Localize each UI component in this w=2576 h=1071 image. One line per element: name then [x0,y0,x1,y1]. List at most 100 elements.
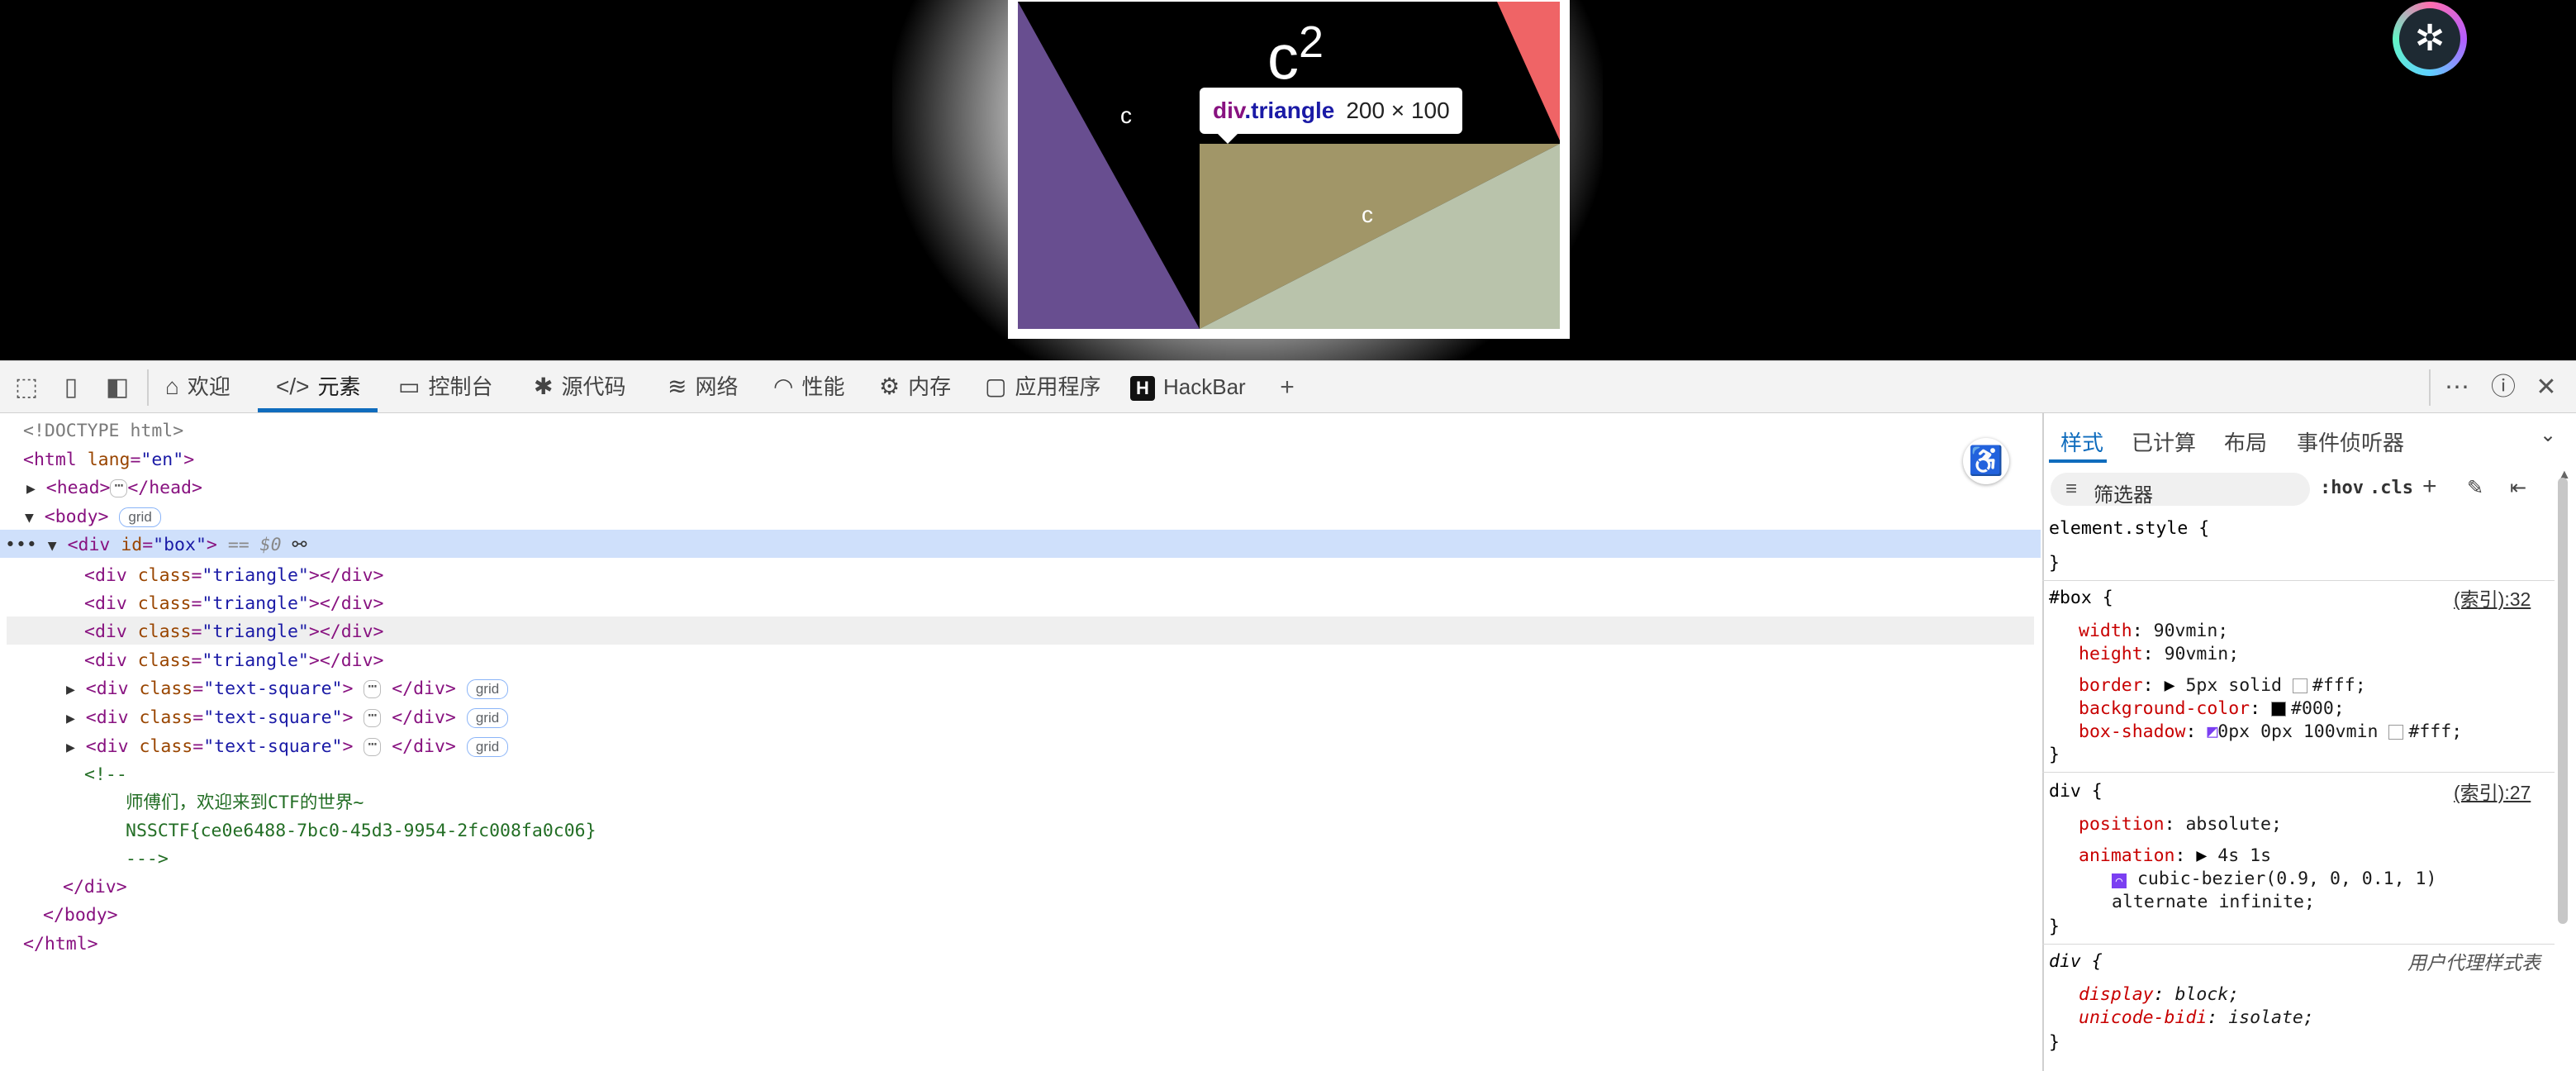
comment-open-line[interactable]: <!-- [84,761,127,789]
tab-layout[interactable]: 布局 [2224,426,2267,457]
add-tab-icon[interactable]: + [1272,373,1302,402]
expand-arrow-icon[interactable] [66,678,75,699]
ellipsis-icon[interactable]: ⋯ [364,737,382,756]
inspect-element-icon[interactable]: ⬚ [12,373,41,402]
color-swatch-white[interactable] [2388,725,2404,740]
head-line[interactable]: <head>⋯</head> [26,474,202,502]
box-rule-close: } [2049,745,2060,765]
comment-close-line[interactable]: ---> [126,845,169,873]
dock-side-icon[interactable]: ◧ [102,373,132,402]
tab-hackbar[interactable]: H HackBar [1130,361,1246,412]
div-prop-position[interactable]: position: absolute; [2079,813,2282,836]
color-swatch-black[interactable] [2271,702,2286,716]
styles-filter-input[interactable]: ≡ 筛选器 [2051,473,2310,507]
element-style-selector[interactable]: element.style { [2049,517,2209,540]
ua-rule-selector[interactable]: div { [2049,950,2103,973]
filter-icon: ≡ [2065,478,2078,500]
color-swatch-white[interactable] [2292,678,2307,693]
ellipsis-icon[interactable]: ⋯ [364,679,382,698]
div-prop-animation-bezier[interactable]: ⌒ cubic-bezier(0.9, 0, 0.1, 1) [2112,868,2436,891]
triangle-red [1497,2,1560,140]
cls-toggle-button[interactable]: .cls [2369,478,2413,498]
body-close-line[interactable]: </body> [43,902,118,930]
box-prop-box-shadow[interactable]: box-shadow: ◩0px 0px 100vmin #fff; [2079,721,2462,744]
collapse-arrow-icon[interactable] [48,535,57,555]
help-icon[interactable]: ⓘ [2488,373,2518,402]
collapse-arrow-icon[interactable] [25,507,34,527]
tab-event-listeners[interactable]: 事件侦听器 [2297,426,2404,457]
html-open-line[interactable]: <html lang="en"> [23,446,194,474]
tooltip-arrow [1216,132,1239,144]
more-options-icon[interactable]: ⋯ [2442,373,2472,402]
tab-console[interactable]: ▭ 控制台 [398,361,492,412]
tab-network[interactable]: ≋ 网络 [668,361,738,412]
grid-badge[interactable]: grid [466,679,509,699]
tab-styles[interactable]: 样式 [2060,426,2103,457]
div-close-line[interactable]: </div> [63,873,127,902]
triangle-div-line-3[interactable]: <div class="triangle"></div> [84,618,384,646]
grid-badge[interactable]: grid [466,737,509,757]
triangle-box: c2 c c [1008,0,1570,339]
hov-toggle-button[interactable]: :hov [2320,478,2364,498]
box-rule-selector[interactable]: #box { [2049,587,2113,610]
html-close-line[interactable]: </html> [23,931,98,959]
ai-assist-icon[interactable]: ⚯ [292,535,307,555]
close-devtools-icon[interactable]: ✕ [2531,373,2561,402]
chevron-down-icon[interactable]: ⌄ [2540,423,2556,447]
div-rule-source-link[interactable]: (索引):27 [2454,781,2531,804]
accessibility-icon[interactable]: ♿ [1963,438,2009,484]
text-square-line-2[interactable]: <div class="text-square"> ⋯ </div> grid [66,704,509,732]
div-prop-animation-tail[interactable]: alternate infinite; [2112,891,2315,914]
tab-application[interactable]: ▢ 应用程序 [985,361,1100,412]
div-rule-selector[interactable]: div { [2049,780,2103,803]
box-prop-height[interactable]: height: 90vmin; [2079,643,2239,666]
page-viewport: c2 c c div.triangle 200 × 100 ✲ [0,0,2576,360]
tooltip-tag: div [1213,98,1245,123]
shadow-editor-icon[interactable]: ◩ [2207,721,2217,742]
expand-arrow-icon[interactable] [66,736,75,757]
tab-sources[interactable]: ✱ 源代码 [534,361,625,412]
triangle-label-center: c [1362,202,1373,227]
rule-separator [2042,944,2555,945]
toggle-sidebar-icon[interactable]: ⇤ [2510,476,2526,500]
expand-arrow-icon[interactable]: ▶ [2165,675,2175,696]
new-style-rule-icon[interactable]: + [2422,473,2437,501]
expand-arrow-icon[interactable] [26,478,36,498]
bezier-editor-icon[interactable]: ⌒ [2112,873,2127,888]
tab-computed[interactable]: 已计算 [2132,426,2196,457]
comment-line-flag[interactable]: NSSCTF{ce0e6488-7bc0-45d3-9954-2fc008fa0… [126,817,596,845]
grid-badge[interactable]: grid [466,708,509,728]
expand-arrow-icon[interactable]: ▶ [2196,845,2207,866]
grid-badge[interactable]: grid [119,507,161,527]
ua-prop-unicode-bidi[interactable]: unicode-bidi: isolate; [2079,1007,2314,1030]
tab-welcome[interactable]: ⌂ 欢迎 [165,361,231,412]
text-square-line-3[interactable]: <div class="text-square"> ⋯ </div> grid [66,733,509,761]
triangle-div-line-2[interactable]: <div class="triangle"></div> [84,590,384,618]
tab-performance[interactable]: ◠ 性能 [773,361,844,412]
text-square-line-1[interactable]: <div class="text-square"> ⋯ </div> grid [66,675,509,703]
formula-c-squared: c2 [1267,17,1324,93]
div-box-line[interactable]: ••• <div id="box"> == $0 ⚯ [5,531,307,559]
styles-scrollbar[interactable] [2558,478,2568,924]
row-menu-icon[interactable]: ••• [5,535,37,555]
box-prop-width[interactable]: width: 90vmin; [2079,620,2228,643]
ua-prop-display[interactable]: display: block; [2079,983,2239,1007]
triangle-div-line-4[interactable]: <div class="triangle"></div> [84,647,384,675]
comment-line-welcome[interactable]: 师傅们，欢迎来到CTF的世界~ [126,789,364,817]
ellipsis-icon[interactable]: ⋯ [110,478,128,497]
toolbar-divider-right [2429,369,2431,406]
triangle-div-line-1[interactable]: <div class="triangle"></div> [84,562,384,590]
box-rule-source-link[interactable]: (索引):32 [2454,588,2531,611]
extension-avatar-icon[interactable]: ✲ [2393,2,2467,76]
ellipsis-icon[interactable]: ⋯ [364,708,382,727]
tab-memory[interactable]: ⚙ 内存 [879,361,951,412]
expand-arrow-icon[interactable] [66,707,75,728]
paint-brush-icon[interactable]: ✎ [2467,476,2483,500]
box-prop-background-color[interactable]: background-color: #000; [2079,697,2345,721]
doctype-line[interactable]: <!DOCTYPE html> [23,417,183,445]
device-emulation-icon[interactable]: ▯ [56,373,86,402]
box-prop-border[interactable]: border: ▶ 5px solid #fff; [2079,674,2366,697]
tab-elements[interactable]: </> 元素 [258,361,378,412]
div-prop-animation[interactable]: animation: ▶ 4s 1s [2079,845,2271,868]
body-open-line[interactable]: <body> grid [25,503,161,531]
